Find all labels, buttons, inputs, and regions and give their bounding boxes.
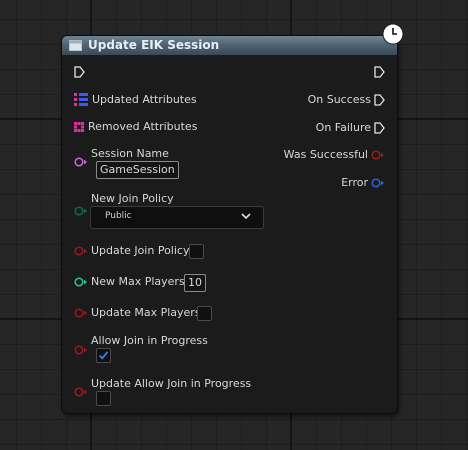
bool-pin-icon[interactable] [74, 246, 88, 256]
new-max-players-input[interactable]: 10 [184, 274, 206, 292]
update-max-players-label: Update Max Players [91, 306, 201, 319]
update-max-players-checkbox[interactable] [197, 306, 212, 321]
was-successful-label: Was Successful [283, 148, 368, 161]
exec-out-success-pin[interactable] [374, 94, 385, 106]
on-failure-label: On Failure [315, 121, 371, 134]
new-join-policy-label: New Join Policy [91, 192, 174, 205]
update-allow-join-in-progress-checkbox[interactable] [96, 391, 111, 406]
set-grid-icon[interactable] [74, 122, 84, 132]
allow-join-in-progress-checkbox[interactable] [96, 348, 111, 363]
updated-attributes-label: Updated Attributes [92, 93, 197, 106]
exec-in-pin[interactable] [74, 66, 85, 78]
exec-out-pin[interactable] [374, 66, 385, 78]
bool-pin-icon[interactable] [74, 387, 88, 397]
struct-out-pin-icon[interactable] [371, 178, 385, 188]
session-name-input[interactable]: GameSession [96, 161, 179, 179]
string-pin-icon[interactable] [74, 157, 88, 167]
new-max-players-label: New Max Players [91, 275, 185, 288]
array-grid-icon[interactable] [74, 93, 88, 106]
bool-pin-icon[interactable] [74, 345, 88, 355]
chevron-down-icon [241, 213, 251, 220]
join-policy-dropdown[interactable]: Public [90, 206, 264, 229]
update-join-policy-checkbox[interactable] [189, 244, 204, 259]
bool-out-pin-icon[interactable] [371, 150, 385, 160]
checkmark-icon [98, 351, 109, 360]
allow-join-in-progress-label: Allow Join in Progress [91, 334, 208, 347]
enum-pin-icon[interactable] [74, 206, 88, 216]
function-icon [69, 40, 82, 51]
node-title: Update EIK Session [88, 38, 220, 52]
int-pin-icon[interactable] [74, 277, 88, 287]
node-header[interactable]: Update EIK Session [62, 36, 397, 55]
update-eik-session-node[interactable]: Update EIK Session Updated Attributes Re… [62, 23, 404, 413]
update-join-policy-label: Update Join Policy [91, 244, 190, 257]
bool-pin-icon[interactable] [74, 308, 88, 318]
clock-icon [382, 23, 404, 45]
error-label: Error [341, 176, 368, 189]
removed-attributes-label: Removed Attributes [88, 120, 198, 133]
update-allow-join-in-progress-label: Update Allow Join in Progress [91, 377, 252, 390]
join-policy-value: Public [105, 211, 132, 221]
exec-out-failure-pin[interactable] [374, 122, 385, 134]
on-success-label: On Success [307, 93, 371, 106]
session-name-label: Session Name [91, 147, 169, 160]
